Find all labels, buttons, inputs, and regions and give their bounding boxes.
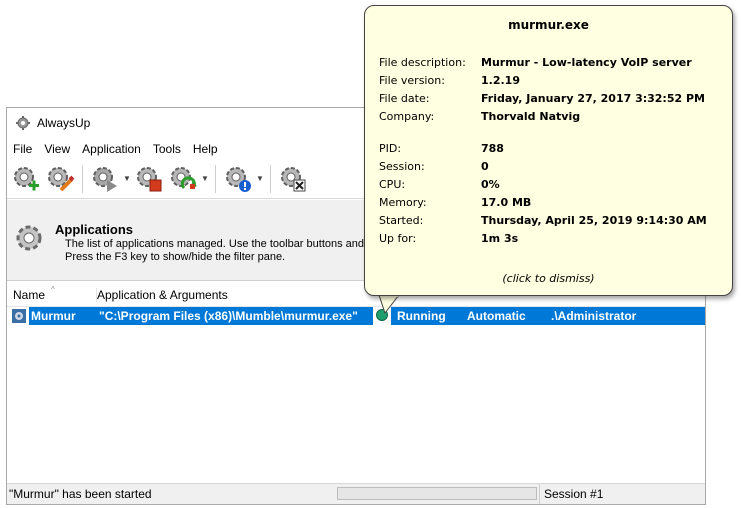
menu-file[interactable]: File: [7, 139, 38, 159]
menu-application[interactable]: Application: [76, 139, 147, 159]
column-header-name[interactable]: ^ Name: [13, 285, 55, 302]
header-description-line: Press the F3 key to show/hide the filter…: [65, 251, 286, 263]
row-user: .\Administrator: [551, 309, 637, 323]
tooltip-label: Company:: [379, 110, 435, 123]
session-indicator: Session #1: [539, 484, 603, 504]
report-dropdown-arrow[interactable]: ▼: [255, 174, 265, 183]
restart-application-button[interactable]: [166, 162, 200, 196]
gear-pencil-icon: [48, 166, 75, 191]
menu-view[interactable]: View: [38, 139, 76, 159]
tooltip-label: CPU:: [379, 178, 406, 191]
tooltip-value: 0%: [481, 178, 500, 191]
sort-ascending-icon: ^: [51, 285, 55, 294]
add-application-button[interactable]: [9, 162, 43, 196]
tooltip-label: Started:: [379, 214, 424, 227]
tooltip-value: Friday, January 27, 2017 3:32:52 PM: [481, 92, 705, 105]
tooltip-value: Thorvald Natvig: [481, 110, 581, 123]
page-title: Applications: [55, 222, 134, 237]
progress-bar: [337, 487, 537, 500]
header-description-line: The list of applications managed. Use th…: [65, 238, 377, 250]
table-row[interactable]: Murmur "C:\Program Files (x86)\Mumble\mu…: [9, 307, 705, 325]
murmur-app-icon: [12, 309, 26, 323]
row-args: "C:\Program Files (x86)\Mumble\murmur.ex…: [97, 307, 373, 325]
start-application-button[interactable]: [88, 162, 122, 196]
tooltip-dismiss-link[interactable]: (click to dismiss): [365, 272, 732, 285]
tooltip-label: Memory:: [379, 196, 427, 209]
tooltip-title: murmur.exe: [508, 18, 589, 32]
edit-application-button[interactable]: [43, 162, 77, 196]
column-header-args[interactable]: Application & Arguments: [96, 288, 228, 302]
gear-icon: [16, 116, 30, 130]
row-details: Running Automatic .\Administrator: [391, 307, 705, 325]
report-activity-button[interactable]: [221, 162, 255, 196]
toolbar-separator: [215, 164, 216, 193]
tooltip-value: 1m 3s: [481, 232, 519, 245]
toolbar-separator: [82, 164, 83, 193]
gear-stop-icon: [137, 166, 162, 191]
window-title: AlwaysUp: [37, 116, 91, 130]
tooltip-value: 0: [481, 160, 489, 173]
header-description: The list of applications managed. Use th…: [65, 238, 376, 264]
status-bar: "Murmur" has been started Session #1: [7, 483, 705, 504]
tooltip-label: File date:: [379, 92, 430, 105]
gear-plus-icon: [14, 166, 39, 190]
tooltip-value: 17.0 MB: [481, 196, 532, 209]
gear-info-icon: [226, 166, 251, 192]
gear-start-icon: [93, 166, 117, 192]
menu-help[interactable]: Help: [187, 139, 224, 159]
tooltip-label: File description:: [379, 56, 466, 69]
gear-restart-icon: [171, 166, 197, 189]
row-startup: Automatic: [467, 309, 526, 323]
start-dropdown-arrow[interactable]: ▼: [122, 174, 132, 183]
process-info-tooltip[interactable]: murmur.exe File description: Murmur - Lo…: [364, 5, 733, 296]
row-name: Murmur: [29, 307, 97, 325]
tooltip-label: File version:: [379, 74, 445, 87]
row-status: Running: [397, 309, 446, 323]
toolbar-separator: [270, 164, 271, 193]
tooltip-value: 788: [481, 142, 504, 155]
column-header-name-label: Name: [13, 288, 46, 302]
tooltip-value: 1.2.19: [481, 74, 520, 87]
tooltip-pointer: [378, 295, 400, 315]
gear-delete-icon: [281, 166, 306, 191]
remove-application-button[interactable]: [276, 162, 310, 196]
menu-tools[interactable]: Tools: [147, 139, 187, 159]
tooltip-value: Thursday, April 25, 2019 9:14:30 AM: [481, 214, 707, 227]
status-message: "Murmur" has been started: [9, 487, 152, 501]
gear-icon: [16, 225, 42, 251]
tooltip-value: Murmur - Low-latency VoIP server: [481, 56, 692, 69]
stop-application-button[interactable]: [132, 162, 166, 196]
tooltip-label: PID:: [379, 142, 402, 155]
tooltip-label: Session:: [379, 160, 425, 173]
tooltip-label: Up for:: [379, 232, 417, 245]
restart-dropdown-arrow[interactable]: ▼: [200, 174, 210, 183]
